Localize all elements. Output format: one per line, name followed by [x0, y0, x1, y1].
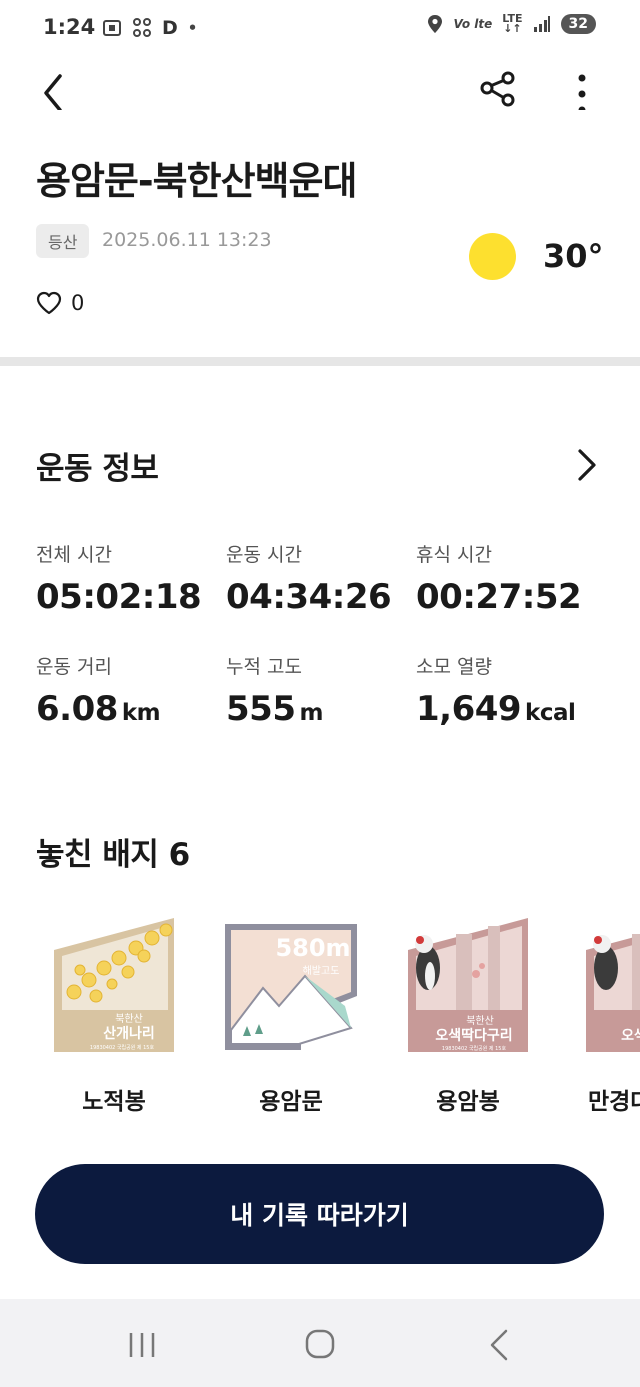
badge-item[interactable]: 북한산 오색딱다구리 19830402 국립공원 제 15호 용암봉	[398, 910, 538, 1116]
badge-footer: 19830402 국립공원 제 15호	[442, 1045, 507, 1052]
badge-label: 만경대	[588, 1089, 640, 1115]
stat-unit: km	[121, 700, 161, 726]
stat-label: 누적 고도	[226, 656, 302, 678]
stat-exercise-time: 운동 시간 04:34:26	[226, 540, 392, 617]
chevron-right-icon	[578, 449, 596, 481]
badge-label: 용암봉	[436, 1089, 500, 1115]
signal-icon	[533, 16, 550, 32]
stat-unit: m	[299, 700, 323, 726]
stat-total-time: 전체 시간 05:02:18	[36, 540, 202, 617]
stat-number: 1,649	[416, 689, 522, 729]
altitude-badge-icon: 580m 해발고도	[225, 924, 357, 1050]
stat-elevation: 누적 고도 555 m	[226, 652, 323, 729]
system-nav-bar	[0, 1299, 640, 1387]
back-icon	[44, 74, 62, 112]
temperature: 30°	[543, 237, 604, 275]
like-count: 0	[71, 291, 85, 315]
status-right-icons: Vo lte LTE ↓↑ 32	[427, 12, 596, 35]
stat-value: 555 m	[226, 689, 323, 729]
lte-icon: LTE ↓↑	[502, 12, 523, 35]
share-icon	[480, 71, 515, 107]
more-options-button[interactable]	[566, 66, 598, 114]
badge-item[interactable]: 580m 해발고도 용암문	[221, 910, 361, 1116]
stat-distance: 운동 거리 6.08 km	[36, 652, 161, 729]
home-icon	[305, 1329, 335, 1359]
stat-number: 04:34:26	[226, 577, 392, 617]
stat-value: 00:27:52	[416, 577, 582, 617]
system-back-button[interactable]	[470, 1321, 530, 1367]
stat-number: 555	[226, 689, 296, 729]
sun-icon	[469, 233, 516, 280]
status-time: 1:24	[43, 15, 96, 39]
badge-main: 오색딱다구리	[435, 1027, 512, 1044]
more-icon	[578, 74, 586, 114]
badge-item[interactable]: 북한산 산개나리 19830402 국립공원 제 15호 노적봉	[44, 910, 184, 1116]
location-icon	[428, 15, 443, 33]
badge-label: 노적봉	[82, 1089, 146, 1115]
system-back-icon	[490, 1329, 508, 1361]
badge-carousel[interactable]: 북한산 산개나리 19830402 국립공원 제 15호 노적봉 580m 해발…	[0, 910, 640, 1120]
status-bar: 1:24 D • Vo lte LTE ↓↑ 32	[0, 0, 640, 58]
badge-sub: 580m	[275, 934, 350, 962]
stat-value: 1,649 kcal	[416, 689, 576, 729]
recent-apps-button[interactable]	[112, 1321, 172, 1367]
app-bar	[0, 58, 640, 118]
badge-main: 오색	[621, 1028, 640, 1044]
dots-icon	[133, 18, 151, 37]
volte-icon: Vo lte	[453, 17, 493, 31]
heart-icon	[36, 291, 62, 315]
home-button[interactable]	[290, 1321, 350, 1367]
recent-apps-icon	[129, 1333, 155, 1357]
stat-label: 운동 시간	[226, 544, 302, 566]
d-app-icon: D	[162, 17, 178, 39]
stat-unit: kcal	[525, 700, 576, 726]
record-title: 용암문-북한산백운대	[36, 159, 357, 203]
stat-number: 6.08	[36, 689, 118, 729]
stat-value: 05:02:18	[36, 577, 202, 617]
stat-calories: 소모 열량 1,649 kcal	[416, 652, 576, 729]
like-button[interactable]: 0	[36, 291, 84, 315]
badge-main: 해발고도	[303, 964, 340, 977]
badge-main: 산개나리	[103, 1025, 155, 1042]
stat-label: 전체 시간	[36, 544, 112, 566]
stat-value: 6.08 km	[36, 689, 161, 729]
exercise-info-detail-button[interactable]	[570, 445, 604, 485]
forsythia-badge-icon: 북한산 산개나리 19830402 국립공원 제 15호	[54, 918, 174, 1052]
stat-value: 04:34:26	[226, 577, 392, 617]
back-button[interactable]	[36, 66, 76, 112]
exercise-info-title: 운동 정보	[36, 451, 159, 487]
activity-tag: 등산	[36, 224, 90, 258]
missed-badges-title: 놓친 배지 6	[36, 837, 190, 873]
badge-sub: 북한산	[466, 1015, 494, 1027]
badge-footer: 19830402 국립공원 제 15호	[90, 1044, 155, 1051]
stat-label: 휴식 시간	[416, 544, 492, 566]
stat-label: 운동 거리	[36, 656, 112, 678]
badge-sub: 북한산	[115, 1013, 143, 1025]
notification-dot-icon: •	[187, 19, 198, 37]
woodpecker-badge-icon: 오색	[586, 934, 640, 1052]
stat-label: 소모 열량	[416, 656, 492, 678]
stat-rest-time: 휴식 시간 00:27:52	[416, 540, 582, 617]
screenshot-icon	[103, 20, 121, 36]
badge-item[interactable]: 오색 만경대	[576, 910, 640, 1116]
stat-number: 00:27:52	[416, 577, 582, 617]
badge-label: 용암문	[259, 1089, 323, 1115]
battery-indicator: 32	[560, 14, 596, 34]
stat-number: 05:02:18	[36, 577, 202, 617]
status-left-icons: D •	[102, 17, 197, 39]
follow-record-button[interactable]: 내 기록 따라가기	[35, 1164, 604, 1264]
share-button[interactable]	[476, 66, 520, 110]
section-divider	[0, 357, 640, 366]
record-datetime: 2025.06.11 13:23	[102, 229, 272, 251]
woodpecker-badge-icon: 북한산 오색딱다구리 19830402 국립공원 제 15호	[408, 918, 528, 1052]
